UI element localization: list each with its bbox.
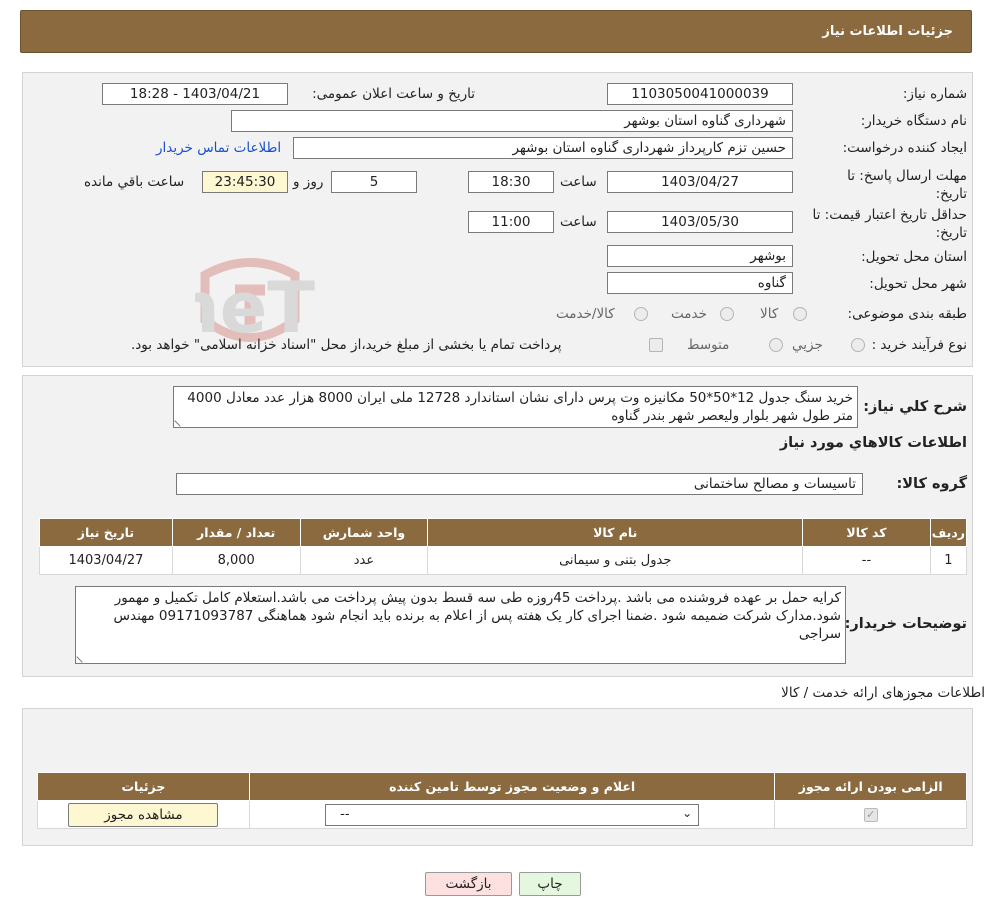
province-label: استان محل تحویل: bbox=[861, 249, 967, 265]
col-row-number: رديف bbox=[929, 518, 968, 547]
cell-goods-code: -- bbox=[802, 546, 931, 575]
permit-status-value: -- bbox=[340, 806, 350, 822]
process-minor-label: جزيي bbox=[792, 337, 823, 353]
need-number-label: شماره نیاز: bbox=[902, 86, 967, 102]
category-goods-label: کالا bbox=[760, 306, 779, 322]
buyer-contact-link[interactable]: اطلاعات تماس خریدار bbox=[156, 140, 281, 156]
deadline-hour-label: ساعت bbox=[560, 174, 597, 190]
cell-permit-required: ✓ bbox=[774, 800, 967, 829]
col-goods-code: کد کالا bbox=[802, 518, 931, 547]
goods-table-header: رديف کد کالا نام کالا واحد شمارش تعداد /… bbox=[39, 518, 968, 547]
general-desc-label: شرح کلي نياز: bbox=[863, 399, 967, 415]
city-label: شهر محل تحویل: bbox=[869, 276, 967, 292]
col-permit-details: جزئیات bbox=[37, 772, 250, 801]
goods-table: رديف کد کالا نام کالا واحد شمارش تعداد /… bbox=[39, 518, 968, 575]
page-title: جزئیات اطلاعات نیاز bbox=[822, 24, 953, 39]
cell-row-number: 1 bbox=[929, 546, 968, 575]
process-note: پرداخت تمام يا بخشی از مبلغ خريد،از محل … bbox=[131, 337, 562, 353]
permits-table: الزامی بودن ارائه مجوز اعلام و وضعیت مجو… bbox=[37, 772, 967, 829]
general-desc-textarea[interactable]: خرید سنگ جدول 12*50*50 مکانیزه وت پرس دا… bbox=[173, 386, 858, 428]
col-permit-required: الزامی بودن ارائه مجوز bbox=[774, 772, 967, 801]
validity-hour-label: ساعت bbox=[560, 214, 597, 230]
category-service-label: خدمت bbox=[671, 306, 707, 322]
goods-info-title: اطلاعات کالاهاي مورد نياز bbox=[779, 435, 967, 451]
cell-goods-name: جدول بتنی و سیمانی bbox=[427, 546, 804, 575]
cell-permit-status: -- ⌄ bbox=[248, 800, 776, 829]
view-permit-button[interactable]: مشاهده مجوز bbox=[68, 802, 219, 827]
resize-grip-icon[interactable] bbox=[174, 415, 186, 427]
province-field: بوشهر bbox=[607, 245, 793, 267]
validity-date-field: 1403/05/30 bbox=[607, 211, 793, 233]
announce-datetime-label: تاریخ و ساعت اعلان عمومی: bbox=[312, 86, 475, 102]
buyer-notes-textarea[interactable]: کرایه حمل بر عهده فروشنده می باشد .پرداخ… bbox=[75, 586, 846, 664]
buyer-org-field: شهرداری گناوه استان بوشهر bbox=[231, 110, 793, 132]
category-radio-goods-service[interactable] bbox=[634, 307, 648, 321]
deadline-date-field: 1403/04/27 bbox=[607, 171, 793, 193]
process-note-checkbox[interactable] bbox=[649, 338, 663, 352]
remaining-time-field: 23:45:30 bbox=[202, 171, 288, 193]
category-radio-goods[interactable] bbox=[793, 307, 807, 321]
category-label: طبقه بندی موضوعی: bbox=[847, 306, 967, 322]
process-radio-medium[interactable] bbox=[769, 338, 783, 352]
col-need-date: تاریخ نیاز bbox=[39, 518, 173, 547]
print-button[interactable]: چاپ bbox=[519, 872, 581, 896]
remaining-label: ساعت باقي مانده bbox=[84, 174, 185, 190]
deadline-label: مهلت ارسال پاسخ: تا تاریخ: bbox=[847, 168, 967, 202]
requester-field: حسین تزم کارپرداز شهرداری گناوه استان بو… bbox=[293, 137, 793, 159]
back-button[interactable]: بازگشت bbox=[425, 872, 512, 896]
table-row: 1 -- جدول بتنی و سیمانی عدد 8,000 1403/0… bbox=[39, 546, 968, 575]
days-field: 5 bbox=[331, 171, 417, 193]
buyer-org-label: نام دستگاه خریدار: bbox=[860, 113, 967, 129]
cell-quantity: 8,000 bbox=[171, 546, 301, 575]
category-goods-service-label: کالا/خدمت bbox=[556, 306, 615, 322]
permit-required-checkbox: ✓ bbox=[863, 808, 878, 822]
requester-label: ایجاد کننده درخواست: bbox=[842, 140, 967, 156]
cell-unit: عدد bbox=[299, 546, 429, 575]
table-row: ✓ -- ⌄ مشاهده مجوز bbox=[37, 800, 967, 829]
page-header: جزئیات اطلاعات نیاز bbox=[20, 10, 972, 53]
announce-datetime-field: 1403/04/21 - 18:28 bbox=[102, 83, 288, 105]
permits-table-header: الزامی بودن ارائه مجوز اعلام و وضعیت مجو… bbox=[37, 772, 967, 801]
general-desc-text: خرید سنگ جدول 12*50*50 مکانیزه وت پرس دا… bbox=[187, 390, 853, 424]
permit-status-select[interactable]: -- ⌄ bbox=[325, 803, 700, 826]
buyer-notes-label: توضیحات خریدار: bbox=[844, 616, 967, 632]
need-number-field: 1103050041000039 bbox=[607, 83, 793, 105]
deadline-time-field: 18:30 bbox=[468, 171, 554, 193]
col-permit-status: اعلام و وضعیت مجوز توسط تامین کننده bbox=[248, 772, 776, 801]
cell-permit-details: مشاهده مجوز bbox=[37, 800, 250, 829]
col-unit: واحد شمارش bbox=[299, 518, 429, 547]
permits-title: اطلاعات مجوزهای ارائه خدمت / کالا bbox=[781, 685, 985, 701]
process-type-label: نوع فرآیند خرید : bbox=[871, 337, 967, 353]
city-field: گناوه bbox=[607, 272, 793, 294]
validity-time-field: 11:00 bbox=[468, 211, 554, 233]
resize-grip-icon[interactable] bbox=[76, 651, 88, 663]
process-medium-label: متوسط bbox=[687, 337, 730, 353]
col-quantity: تعداد / مقدار bbox=[171, 518, 301, 547]
cell-need-date: 1403/04/27 bbox=[39, 546, 173, 575]
days-label: روز و bbox=[293, 174, 324, 190]
buyer-notes-text: کرایه حمل بر عهده فروشنده می باشد .پرداخ… bbox=[113, 590, 842, 642]
price-validity-label: حداقل تاریخ اعتبار قیمت: تا تاریخ: bbox=[812, 207, 967, 241]
category-radio-service[interactable] bbox=[720, 307, 734, 321]
chevron-down-icon: ⌄ bbox=[682, 805, 693, 820]
goods-group-field: تاسیسات و مصالح ساختمانی bbox=[176, 473, 863, 495]
goods-group-label: گروه کالا: bbox=[896, 476, 967, 492]
process-radio-minor[interactable] bbox=[851, 338, 865, 352]
col-goods-name: نام کالا bbox=[427, 518, 804, 547]
